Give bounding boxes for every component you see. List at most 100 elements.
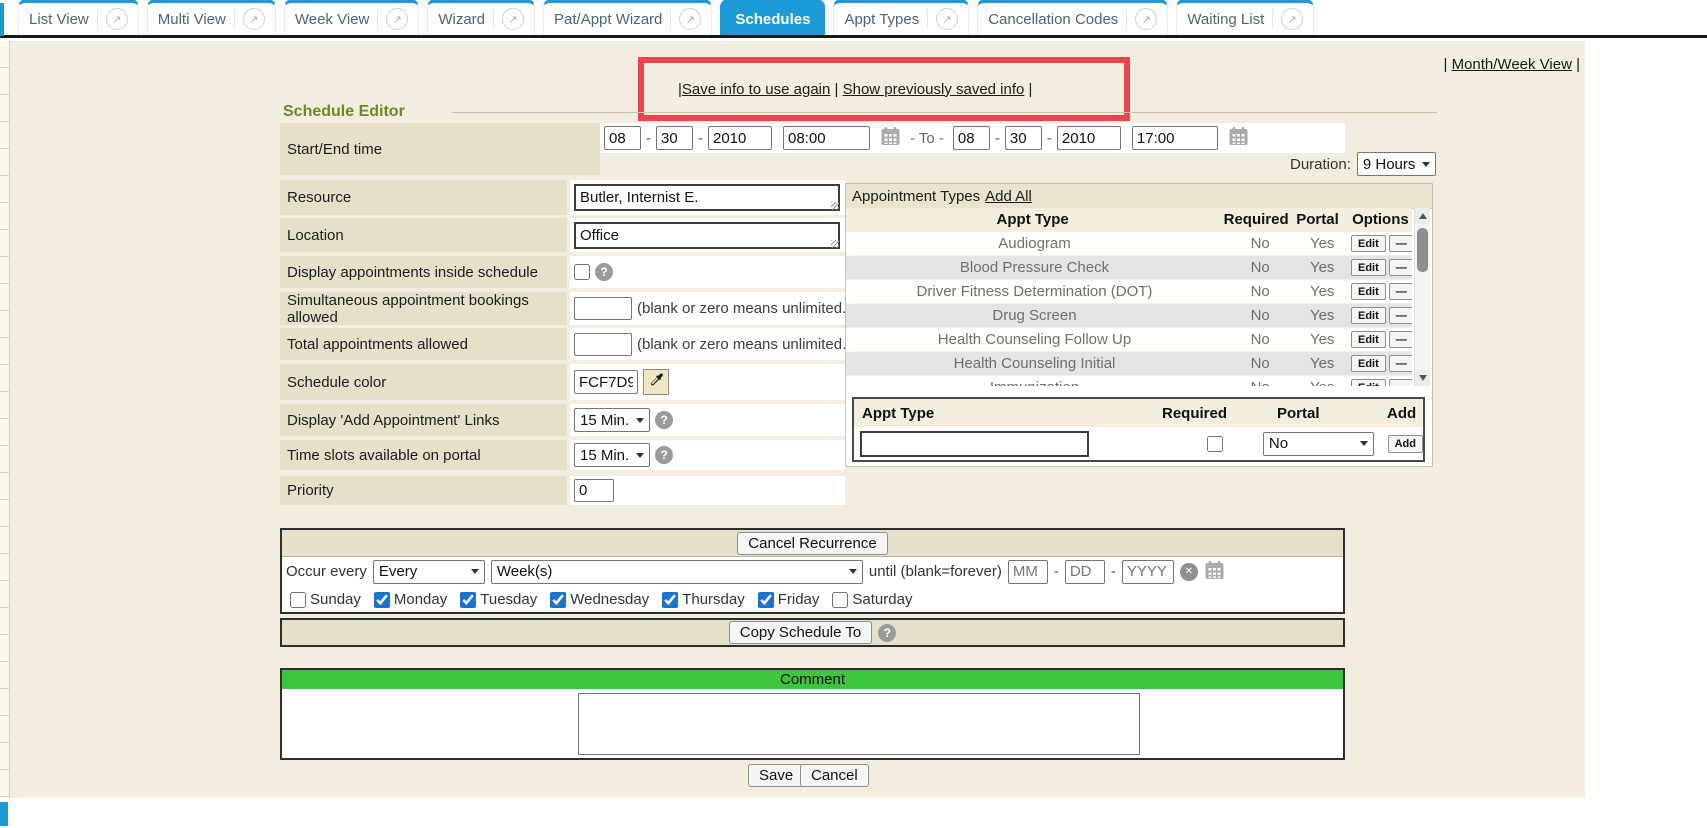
priority-label: Priority bbox=[280, 476, 567, 505]
sunday-checkbox[interactable] bbox=[290, 592, 306, 608]
total-appts-input[interactable] bbox=[574, 333, 632, 356]
date-dash: - bbox=[1047, 130, 1052, 147]
edit-button[interactable]: Edit bbox=[1351, 259, 1386, 276]
add-all-link[interactable]: Add All bbox=[985, 188, 1032, 205]
display-appts-checkbox[interactable] bbox=[574, 264, 590, 280]
add-appt-type-button[interactable]: Add bbox=[1388, 435, 1423, 453]
until-month-input[interactable] bbox=[1008, 560, 1048, 584]
edit-button[interactable]: Edit bbox=[1351, 355, 1386, 372]
help-icon[interactable]: ? bbox=[655, 411, 673, 429]
portal-slots-select[interactable]: 15 Min. bbox=[574, 443, 650, 467]
start-day-input[interactable] bbox=[656, 126, 693, 150]
help-icon[interactable]: ? bbox=[595, 263, 613, 281]
remove-button[interactable]: — bbox=[1389, 331, 1412, 348]
open-new-window-icon[interactable]: ↗ bbox=[936, 8, 958, 30]
top-tab-bar: List View↗ Multi View↗ Week View↗ Wizard… bbox=[0, 0, 1707, 38]
end-time-input[interactable] bbox=[1132, 126, 1218, 150]
scroll-up-button[interactable] bbox=[1415, 208, 1430, 224]
comment-textarea[interactable] bbox=[578, 693, 1140, 755]
open-new-window-icon[interactable]: ↗ bbox=[386, 8, 408, 30]
field-label: Display 'Add Appointment' Links bbox=[287, 412, 500, 429]
monday-checkbox[interactable] bbox=[374, 592, 390, 608]
day-label: Sunday bbox=[310, 591, 361, 608]
new-appt-portal-select[interactable]: No bbox=[1263, 432, 1374, 456]
end-year-input[interactable] bbox=[1057, 126, 1121, 150]
edit-button[interactable]: Edit bbox=[1351, 307, 1386, 324]
edit-button[interactable]: Edit bbox=[1351, 283, 1386, 300]
portal-value: Yes bbox=[1297, 355, 1347, 372]
edit-button[interactable]: Edit bbox=[1351, 235, 1386, 252]
until-year-input[interactable] bbox=[1122, 560, 1174, 584]
scroll-down-button[interactable] bbox=[1415, 370, 1430, 386]
help-icon[interactable]: ? bbox=[655, 446, 673, 464]
open-new-window-icon[interactable]: ↗ bbox=[243, 8, 265, 30]
remove-button[interactable]: — bbox=[1389, 259, 1412, 276]
tab-wizard[interactable]: Wizard↗ bbox=[427, 0, 535, 35]
end-month-input[interactable] bbox=[953, 126, 990, 150]
calendar-icon[interactable] bbox=[1228, 126, 1249, 150]
day-wednesday: Wednesday bbox=[550, 591, 649, 608]
calendar-icon[interactable] bbox=[880, 126, 901, 150]
schedule-color-input[interactable] bbox=[574, 370, 638, 394]
location-input[interactable] bbox=[574, 222, 840, 249]
copy-schedule-button[interactable]: Copy Schedule To bbox=[729, 621, 872, 644]
show-saved-info-link[interactable]: Show previously saved info bbox=[843, 81, 1025, 98]
remove-button[interactable]: — bbox=[1389, 307, 1412, 324]
color-picker-button[interactable] bbox=[643, 369, 669, 395]
collapsed-calendar-strip[interactable] bbox=[0, 41, 10, 798]
tab-cancellation-codes[interactable]: Cancellation Codes↗ bbox=[977, 0, 1168, 35]
open-new-window-icon[interactable]: ↗ bbox=[106, 8, 128, 30]
tab-multi-view[interactable]: Multi View↗ bbox=[147, 0, 276, 35]
open-new-window-icon[interactable]: ↗ bbox=[502, 8, 524, 30]
month-week-view-link[interactable]: Month/Week View bbox=[1452, 56, 1572, 73]
remove-button[interactable]: — bbox=[1389, 379, 1412, 386]
cancel-recurrence-button[interactable]: Cancel Recurrence bbox=[737, 532, 887, 555]
friday-checkbox[interactable] bbox=[758, 592, 774, 608]
remove-button[interactable]: — bbox=[1389, 355, 1412, 372]
tab-list-view[interactable]: List View↗ bbox=[18, 0, 139, 35]
edit-button[interactable]: Edit bbox=[1351, 331, 1386, 348]
frequency-select[interactable]: Every bbox=[373, 560, 485, 584]
add-links-select[interactable]: 15 Min. bbox=[574, 408, 650, 432]
until-day-input[interactable] bbox=[1065, 560, 1105, 584]
open-new-window-icon[interactable]: ↗ bbox=[679, 8, 701, 30]
remove-button[interactable]: — bbox=[1389, 283, 1412, 300]
remove-button[interactable]: — bbox=[1389, 235, 1412, 252]
start-time-input[interactable] bbox=[783, 126, 870, 150]
tab-schedules-active[interactable]: Schedules bbox=[720, 0, 825, 35]
save-button[interactable]: Save bbox=[748, 764, 804, 787]
required-value: No bbox=[1223, 307, 1297, 324]
unit-select[interactable]: Week(s) bbox=[491, 560, 863, 584]
duration-select[interactable]: 9 Hours bbox=[1357, 152, 1437, 176]
help-icon[interactable]: ? bbox=[878, 624, 896, 642]
calendar-icon[interactable] bbox=[1204, 560, 1225, 584]
wednesday-checkbox[interactable] bbox=[550, 592, 566, 608]
clear-date-icon[interactable]: ✕ bbox=[1180, 563, 1198, 581]
thursday-checkbox[interactable] bbox=[662, 592, 678, 608]
saturday-checkbox[interactable] bbox=[832, 592, 848, 608]
tab-waiting-list[interactable]: Waiting List↗ bbox=[1176, 0, 1314, 35]
select-value: Every bbox=[379, 563, 417, 580]
tab-pat-appt-wizard[interactable]: Pat/Appt Wizard↗ bbox=[543, 0, 712, 35]
open-new-window-icon[interactable]: ↗ bbox=[1281, 8, 1303, 30]
tab-appt-types[interactable]: Appt Types↗ bbox=[833, 0, 969, 35]
simultaneous-input[interactable] bbox=[574, 297, 632, 320]
edit-button[interactable]: Edit bbox=[1351, 379, 1386, 386]
priority-input[interactable] bbox=[574, 479, 614, 502]
tuesday-checkbox[interactable] bbox=[460, 592, 476, 608]
scrollbar-thumb[interactable] bbox=[1417, 228, 1428, 272]
cancel-button[interactable]: Cancel bbox=[800, 764, 869, 787]
resource-input[interactable] bbox=[574, 184, 840, 211]
new-appt-type-input[interactable] bbox=[860, 431, 1089, 457]
appt-types-scrollbar[interactable] bbox=[1414, 208, 1430, 386]
end-day-input[interactable] bbox=[1005, 126, 1042, 150]
open-new-window-icon[interactable]: ↗ bbox=[1135, 8, 1157, 30]
new-appt-required-checkbox[interactable] bbox=[1207, 436, 1223, 452]
select-value: 15 Min. bbox=[580, 447, 629, 464]
tab-week-view[interactable]: Week View↗ bbox=[284, 0, 419, 35]
day-thursday: Thursday bbox=[662, 591, 745, 608]
portal-value: Yes bbox=[1297, 379, 1347, 386]
save-info-link[interactable]: Save info to use again bbox=[682, 81, 830, 98]
start-year-input[interactable] bbox=[708, 126, 772, 150]
start-month-input[interactable] bbox=[604, 126, 641, 150]
